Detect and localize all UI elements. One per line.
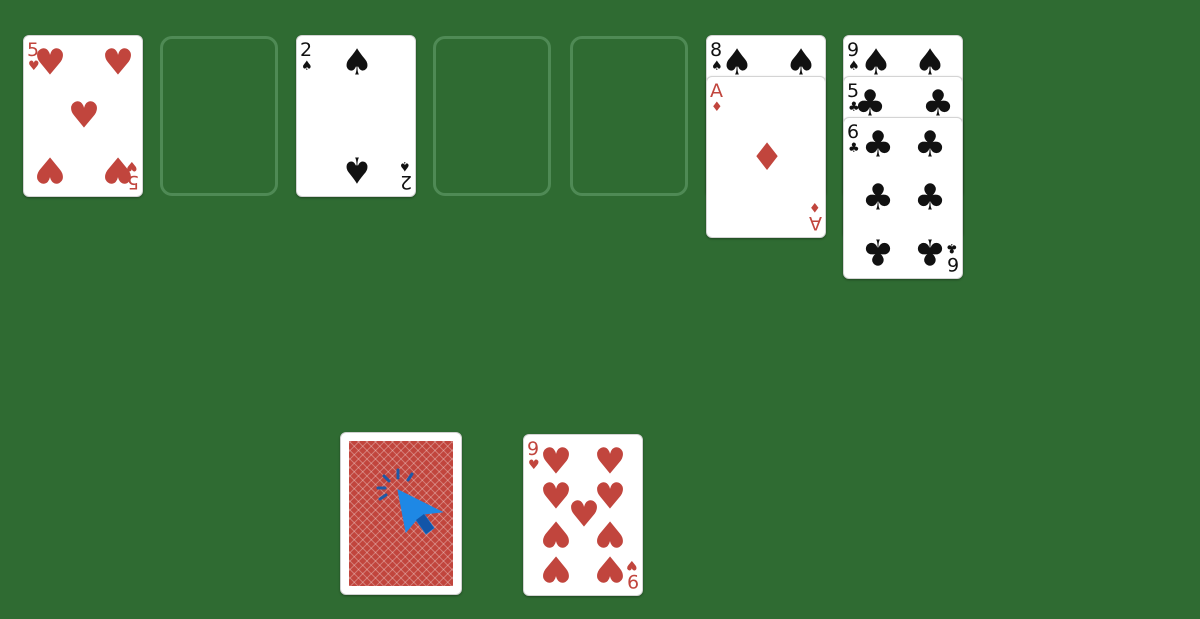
card-rank: 8 [710, 39, 723, 61]
card-rank: 5 [27, 39, 40, 61]
playing-card[interactable]: ♠ ♠ 2 ♠ 2 ♠ [296, 35, 416, 197]
card-corner-suit-icon: ♦ [711, 100, 723, 115]
club-icon: ♣ [862, 178, 894, 219]
heart-icon: ♥ [68, 96, 100, 137]
playing-card[interactable]: ♥ ♥ ♥ ♥ ♥ ♥ ♥ ♥ ♥ 9 ♥ 9 ♥ [523, 434, 643, 596]
heart-icon: ♥ [594, 513, 626, 554]
card-corner-suit-icon: ♥ [126, 158, 138, 173]
club-icon: ♣ [914, 125, 946, 166]
card-corner-suit-icon: ♠ [848, 59, 860, 74]
card-corner-suit-icon: ♠ [711, 59, 723, 74]
club-icon: ♣ [862, 231, 894, 272]
card-rank: 5 [126, 171, 139, 193]
playing-card[interactable]: ♦ A ♦ A ♦ [706, 76, 826, 238]
heart-icon: ♥ [34, 149, 66, 190]
card-rank: 9 [847, 39, 860, 61]
card-rank: A [710, 80, 723, 102]
card-rank: 2 [399, 171, 412, 193]
card-corner-suit-icon: ♠ [301, 59, 313, 74]
card-corner-suit-icon: ♣ [848, 100, 860, 115]
playing-card[interactable]: ♥ ♥ ♥ ♥ ♥ 5 ♥ 5 ♥ [23, 35, 143, 197]
card-corner-suit-icon: ♥ [626, 557, 638, 572]
card-rank: 5 [847, 80, 860, 102]
card-corner-suit-icon: ♠ [399, 158, 411, 173]
card-rank: 6 [946, 253, 959, 275]
spade-icon: ♠ [341, 149, 373, 190]
card-corner-suit-icon: ♣ [848, 141, 860, 156]
heart-icon: ♥ [540, 513, 572, 554]
club-icon: ♣ [862, 125, 894, 166]
heart-icon: ♥ [540, 548, 572, 589]
heart-icon: ♥ [594, 548, 626, 589]
card-rank: 2 [300, 39, 313, 61]
club-icon: ♣ [914, 178, 946, 219]
playing-card[interactable]: ♣ ♣ ♣ ♣ ♣ ♣ 6 ♣ 6 ♣ [843, 117, 963, 279]
empty-slot-outline[interactable] [433, 36, 551, 196]
card-corner-suit-icon: ♥ [28, 59, 40, 74]
empty-slot-outline[interactable] [160, 36, 278, 196]
heart-icon: ♥ [102, 43, 134, 84]
card-corner-suit-icon: ♦ [809, 199, 821, 214]
card-corner-suit-icon: ♣ [946, 240, 958, 255]
card-rank: 9 [626, 570, 639, 592]
card-rank: A [809, 212, 822, 234]
pointer-click-icon [376, 468, 444, 535]
card-rank: 9 [527, 438, 540, 460]
diamond-icon: ♦ [750, 135, 784, 179]
spade-icon: ♠ [341, 43, 373, 84]
club-icon: ♣ [914, 231, 946, 272]
card-rank: 6 [847, 121, 860, 143]
empty-slot-outline[interactable] [570, 36, 688, 196]
card-corner-suit-icon: ♥ [528, 458, 540, 473]
